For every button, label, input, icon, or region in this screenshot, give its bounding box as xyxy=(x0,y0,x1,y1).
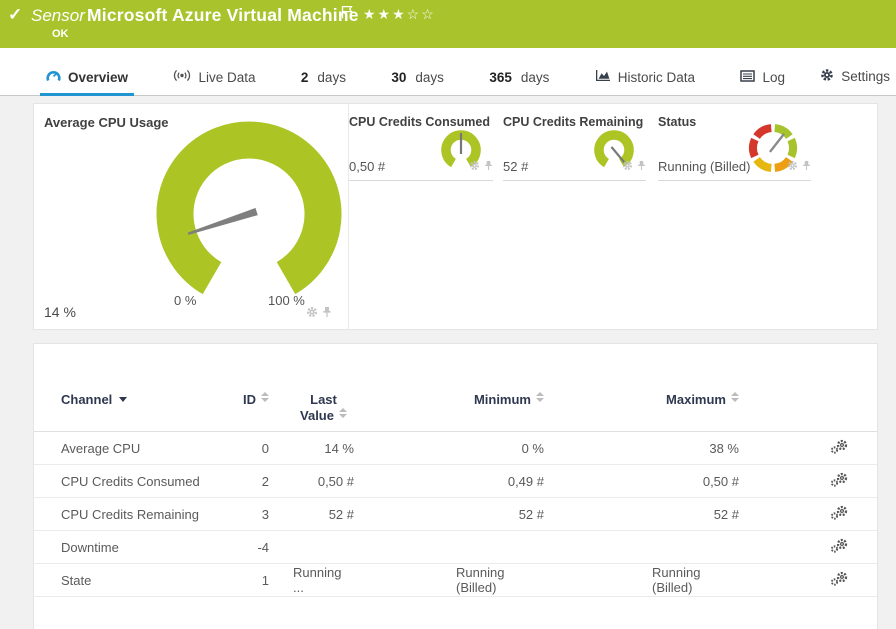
channel-settings-icon[interactable] xyxy=(830,571,849,589)
gauge-value: 0,50 # xyxy=(349,159,385,174)
gauge-settings-gear-icon[interactable] xyxy=(469,158,480,176)
channel-minimum: 0,49 # xyxy=(354,465,544,498)
channel-name[interactable]: CPU Credits Remaining xyxy=(34,498,239,531)
channel-settings-icon[interactable] xyxy=(830,538,849,556)
gauge-value: Running (Billed) xyxy=(658,159,751,174)
table-header-row: Channel ID Last Value Minimum Maximum xyxy=(34,374,877,432)
tab-2-days[interactable]: 2 days xyxy=(295,63,352,96)
sort-desc-caret-icon xyxy=(119,397,127,402)
channel-name[interactable]: Downtime xyxy=(34,531,239,564)
gauge-pin-icon[interactable] xyxy=(802,158,811,176)
sort-arrows-icon xyxy=(536,392,544,402)
channel-maximum: Running (Billed) xyxy=(544,564,739,597)
column-header-id[interactable]: ID xyxy=(239,374,269,432)
average-cpu-gauge xyxy=(134,112,364,302)
column-header-maximum[interactable]: Maximum xyxy=(544,374,739,432)
channel-minimum: 0 % xyxy=(354,432,544,465)
sort-arrows-icon xyxy=(339,408,347,418)
channels-panel: Channel ID Last Value Minimum Maximum Av… xyxy=(33,343,878,629)
column-header-channel[interactable]: Channel xyxy=(34,374,239,432)
channels-table: Channel ID Last Value Minimum Maximum Av… xyxy=(34,374,877,597)
channel-id: 3 xyxy=(239,498,269,531)
sensor-header-bar: ✓ Sensor Microsoft Azure Virtual Machine… xyxy=(0,0,896,48)
gauge-settings-gear-icon[interactable] xyxy=(622,158,633,176)
channel-settings-icon[interactable] xyxy=(830,505,849,523)
table-row: CPU Credits Consumed 2 0,50 # 0,49 # 0,5… xyxy=(34,465,877,498)
sort-arrows-icon xyxy=(731,392,739,402)
table-row: State 1 Running ... Running (Billed) Run… xyxy=(34,564,877,597)
channel-minimum: Running (Billed) xyxy=(354,564,544,597)
tab-settings[interactable]: Settings xyxy=(814,61,896,96)
column-header-minimum[interactable]: Minimum xyxy=(354,374,544,432)
tab-bar: Overview Live Data 2 days 30 days 365 da… xyxy=(0,48,896,96)
channel-name[interactable]: CPU Credits Consumed xyxy=(34,465,239,498)
gauge-value: 14 % xyxy=(44,304,76,320)
priority-stars[interactable]: ★★★☆☆ xyxy=(363,6,436,23)
sensor-title: Microsoft Azure Virtual Machine xyxy=(87,5,359,26)
gauge-panel-average-cpu: Average CPU Usage 0 % 100 % 14 % xyxy=(34,104,349,330)
channel-id: -4 xyxy=(239,531,269,564)
sensor-overview-panel: Average CPU Usage 0 % 100 % 14 % CPU Cre… xyxy=(33,103,878,330)
channel-maximum: 38 % xyxy=(544,432,739,465)
channel-last-value: 14 % xyxy=(269,432,354,465)
gauge-value: 52 # xyxy=(503,159,528,174)
gauge-scale-min-label: 0 % xyxy=(174,293,196,308)
tab-30-days[interactable]: 30 days xyxy=(385,63,450,96)
object-kind-label: Sensor xyxy=(31,6,85,26)
status-ok-check-icon: ✓ xyxy=(8,5,22,25)
gauge-settings-gear-icon[interactable] xyxy=(787,158,798,176)
log-icon xyxy=(740,70,755,85)
channel-last-value: Running ... xyxy=(269,564,354,597)
prtg-sensor-page: ✓ Sensor Microsoft Azure Virtual Machine… xyxy=(0,0,896,629)
gauge-title: Status xyxy=(658,115,696,129)
channel-settings-icon[interactable] xyxy=(830,472,849,490)
tab-log[interactable]: Log xyxy=(734,63,791,96)
gauge-panel-cpu-credits-remaining: CPU Credits Remaining 52 # xyxy=(503,104,646,181)
gear-icon xyxy=(820,68,834,85)
gauge-panel-cpu-credits-consumed: CPU Credits Consumed 0,50 # xyxy=(349,104,493,181)
channel-minimum xyxy=(354,531,544,564)
gauge-icon xyxy=(46,69,61,85)
channel-minimum: 52 # xyxy=(354,498,544,531)
channel-last-value xyxy=(269,531,354,564)
gauge-pin-icon[interactable] xyxy=(637,158,646,176)
historic-chart-icon xyxy=(595,69,611,85)
table-row: CPU Credits Remaining 3 52 # 52 # 52 # xyxy=(34,498,877,531)
channel-settings-icon[interactable] xyxy=(830,439,849,457)
channel-last-value: 52 # xyxy=(269,498,354,531)
tab-historic-data[interactable]: Historic Data xyxy=(589,62,701,96)
gauge-pin-icon[interactable] xyxy=(322,305,332,323)
channel-id: 0 xyxy=(239,432,269,465)
channel-last-value: 0,50 # xyxy=(269,465,354,498)
gauge-pin-icon[interactable] xyxy=(484,158,493,176)
table-row: Downtime -4 xyxy=(34,531,877,564)
tab-live-data[interactable]: Live Data xyxy=(167,62,261,96)
sort-arrows-icon xyxy=(261,392,269,402)
tab-overview[interactable]: Overview xyxy=(40,62,134,96)
channel-maximum: 0,50 # xyxy=(544,465,739,498)
channel-name[interactable]: State xyxy=(34,564,239,597)
channel-maximum xyxy=(544,531,739,564)
channel-id: 1 xyxy=(239,564,269,597)
live-data-icon xyxy=(173,69,191,85)
table-row: Average CPU 0 14 % 0 % 38 % xyxy=(34,432,877,465)
channel-name[interactable]: Average CPU xyxy=(34,432,239,465)
gauge-scale-max-label: 100 % xyxy=(268,293,305,308)
gauge-panel-status: Status Running (Billed) xyxy=(658,104,811,181)
column-header-last-value[interactable]: Last Value xyxy=(269,374,354,432)
channel-id: 2 xyxy=(239,465,269,498)
sensor-status-text: OK xyxy=(52,28,69,40)
flag-icon[interactable] xyxy=(341,5,353,24)
tab-365-days[interactable]: 365 days xyxy=(483,63,555,96)
gauge-settings-gear-icon[interactable] xyxy=(306,305,318,323)
channel-maximum: 52 # xyxy=(544,498,739,531)
